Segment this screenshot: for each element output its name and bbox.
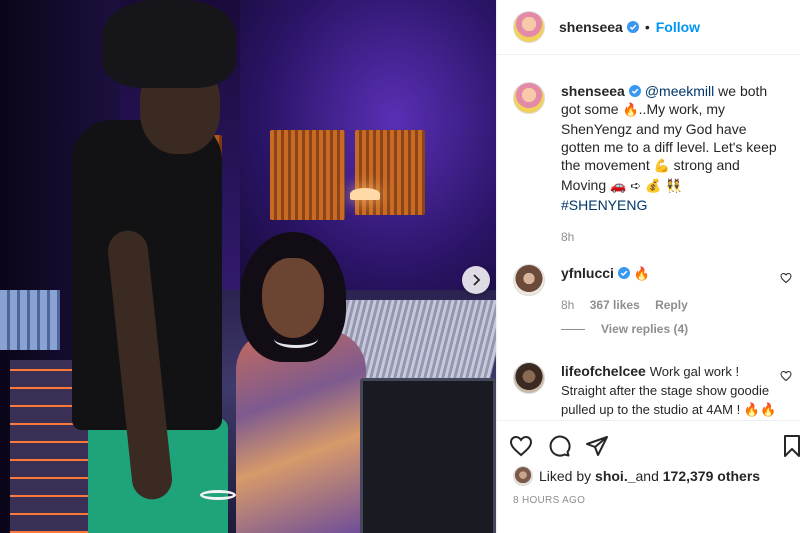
likes-middle: and [635, 468, 659, 484]
comment-meta: 8h 367 likes Reply [561, 298, 785, 312]
chevron-right-icon [473, 274, 481, 286]
comment-likes[interactable]: 367 likes [590, 298, 640, 312]
view-replies-label: View replies (4) [601, 322, 689, 336]
comment-item: lifeofchelcee Work gal work ! Straight a… [497, 362, 800, 419]
follow-button[interactable]: Follow [656, 19, 700, 35]
heart-icon[interactable] [509, 434, 533, 458]
caption-username[interactable]: shenseea [561, 83, 625, 99]
comment-username[interactable]: lifeofchelcee [561, 363, 646, 379]
caption-time[interactable]: 8h [561, 230, 574, 244]
comment-text: yfnlucci 🔥 [561, 264, 785, 284]
verified-badge-icon [617, 267, 630, 279]
comment-item: yfnlucci 🔥 8h 367 likes Reply [497, 264, 800, 312]
avatar[interactable] [513, 264, 545, 296]
next-photo-button[interactable] [462, 266, 490, 294]
caption: shenseea @meekmill we both got some 🔥..My… [497, 56, 800, 244]
instagram-post: shenseea • Follow shenseea @meekmill we b… [0, 0, 800, 533]
likes-prefix: Liked by [539, 468, 592, 484]
photo-water-bottles [0, 290, 60, 350]
post-photo[interactable] [0, 0, 496, 533]
heart-icon[interactable] [780, 370, 792, 382]
separator: • [644, 19, 650, 35]
likes-user[interactable]: shoi._ [595, 468, 635, 484]
divider [561, 328, 585, 330]
avatar[interactable] [513, 362, 545, 394]
avatar[interactable] [513, 82, 545, 114]
comment-body: 🔥 [633, 267, 651, 282]
photo-bucket-hat [102, 0, 236, 88]
share-icon[interactable] [585, 434, 609, 458]
reply-button[interactable]: Reply [655, 298, 688, 312]
muscle-emoji: 💪 [653, 159, 670, 174]
post-sidebar: shenseea • Follow shenseea @meekmill we b… [496, 0, 800, 533]
caption-text: shenseea @meekmill we both got some 🔥..My… [561, 82, 785, 214]
comment-icon[interactable] [547, 434, 571, 458]
post-timestamp[interactable]: 8 HOURS AGO [513, 495, 585, 506]
photo-monitor [360, 378, 496, 533]
mention-link[interactable]: @meekmill [645, 83, 714, 99]
photo-bracelet [200, 490, 236, 500]
fire-emoji: 🔥 [622, 103, 639, 118]
view-replies-button[interactable]: View replies (4) [561, 322, 800, 336]
post-username[interactable]: shenseea [559, 19, 623, 35]
avatar[interactable] [513, 11, 545, 43]
photo-acoustic-panel [270, 130, 345, 220]
post-header: shenseea • Follow [497, 0, 800, 55]
photo-woman-face [262, 258, 324, 338]
photo-acoustic-panel [355, 130, 425, 215]
avatar[interactable] [513, 466, 533, 486]
photo-necklace [274, 330, 318, 348]
comment-time[interactable]: 8h [561, 298, 574, 312]
moving-emojis: 🚗 ➪ 💰 👯 [610, 179, 682, 194]
heart-icon[interactable] [780, 272, 792, 284]
likes-summary: Liked by shoi._ and 172,379 others [513, 466, 760, 486]
verified-badge-icon [628, 85, 641, 97]
comment-username[interactable]: yfnlucci [561, 265, 614, 281]
verified-badge-icon [626, 21, 639, 33]
post-actions [497, 420, 800, 470]
hashtag-link[interactable]: #SHENYENG [561, 197, 647, 213]
comment-text: lifeofchelcee Work gal work ! Straight a… [561, 362, 785, 419]
photo-lamp [350, 188, 380, 200]
caption-meta: 8h [561, 230, 785, 244]
likes-count[interactable]: 172,379 others [663, 468, 760, 484]
bookmark-icon[interactable] [780, 434, 800, 458]
comments-list[interactable]: shenseea @meekmill we both got some 🔥..My… [497, 56, 800, 419]
